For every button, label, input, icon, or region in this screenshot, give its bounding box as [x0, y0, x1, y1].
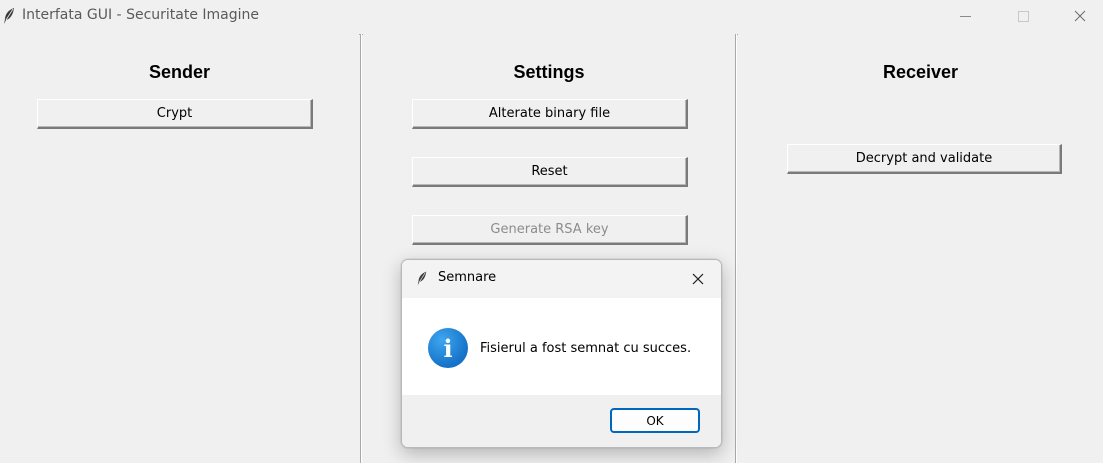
- reset-button[interactable]: Reset: [412, 157, 688, 187]
- decrypt-and-validate-button[interactable]: Decrypt and validate: [787, 144, 1062, 174]
- sender-panel: Sender Crypt: [0, 34, 359, 463]
- maximize-icon: [1017, 10, 1029, 22]
- dialog-message: Fisierul a fost semnat cu succes.: [480, 341, 692, 356]
- info-icon: i: [428, 328, 468, 368]
- dialog-close-button[interactable]: [683, 264, 713, 294]
- minimize-button[interactable]: [942, 0, 988, 32]
- maximize-button[interactable]: [1000, 0, 1046, 32]
- crypt-button[interactable]: Crypt: [37, 99, 313, 129]
- panel-divider: [735, 34, 736, 463]
- settings-title: Settings: [513, 62, 585, 82]
- close-button[interactable]: [1057, 0, 1103, 32]
- close-icon: [692, 273, 704, 285]
- receiver-panel: Receiver Decrypt and validate: [738, 34, 1103, 463]
- dialog-footer: OK: [402, 395, 721, 447]
- receiver-title: Receiver: [882, 62, 959, 82]
- dialog-title: Semnare: [438, 270, 497, 285]
- feather-icon: [417, 271, 427, 286]
- window-title: Interfata GUI - Securitate Imagine: [22, 7, 260, 23]
- dialog-title-bar: Semnare: [402, 260, 721, 298]
- feather-icon: [4, 8, 14, 24]
- alterate-binary-file-button[interactable]: Alterate binary file: [412, 99, 688, 129]
- panel-divider: [360, 34, 361, 463]
- minimize-icon: [959, 15, 971, 17]
- generate-rsa-key-button[interactable]: Generate RSA key: [412, 215, 688, 245]
- message-dialog: Semnare i Fisierul a fost semnat cu succ…: [401, 259, 722, 448]
- ok-button[interactable]: OK: [610, 408, 700, 433]
- sender-title: Sender: [148, 62, 211, 82]
- title-bar: Interfata GUI - Securitate Imagine: [0, 0, 1103, 32]
- dialog-body: i Fisierul a fost semnat cu succes.: [402, 298, 721, 395]
- close-icon: [1074, 10, 1086, 22]
- main-window: Interfata GUI - Securitate Imagine Sende…: [0, 0, 1103, 463]
